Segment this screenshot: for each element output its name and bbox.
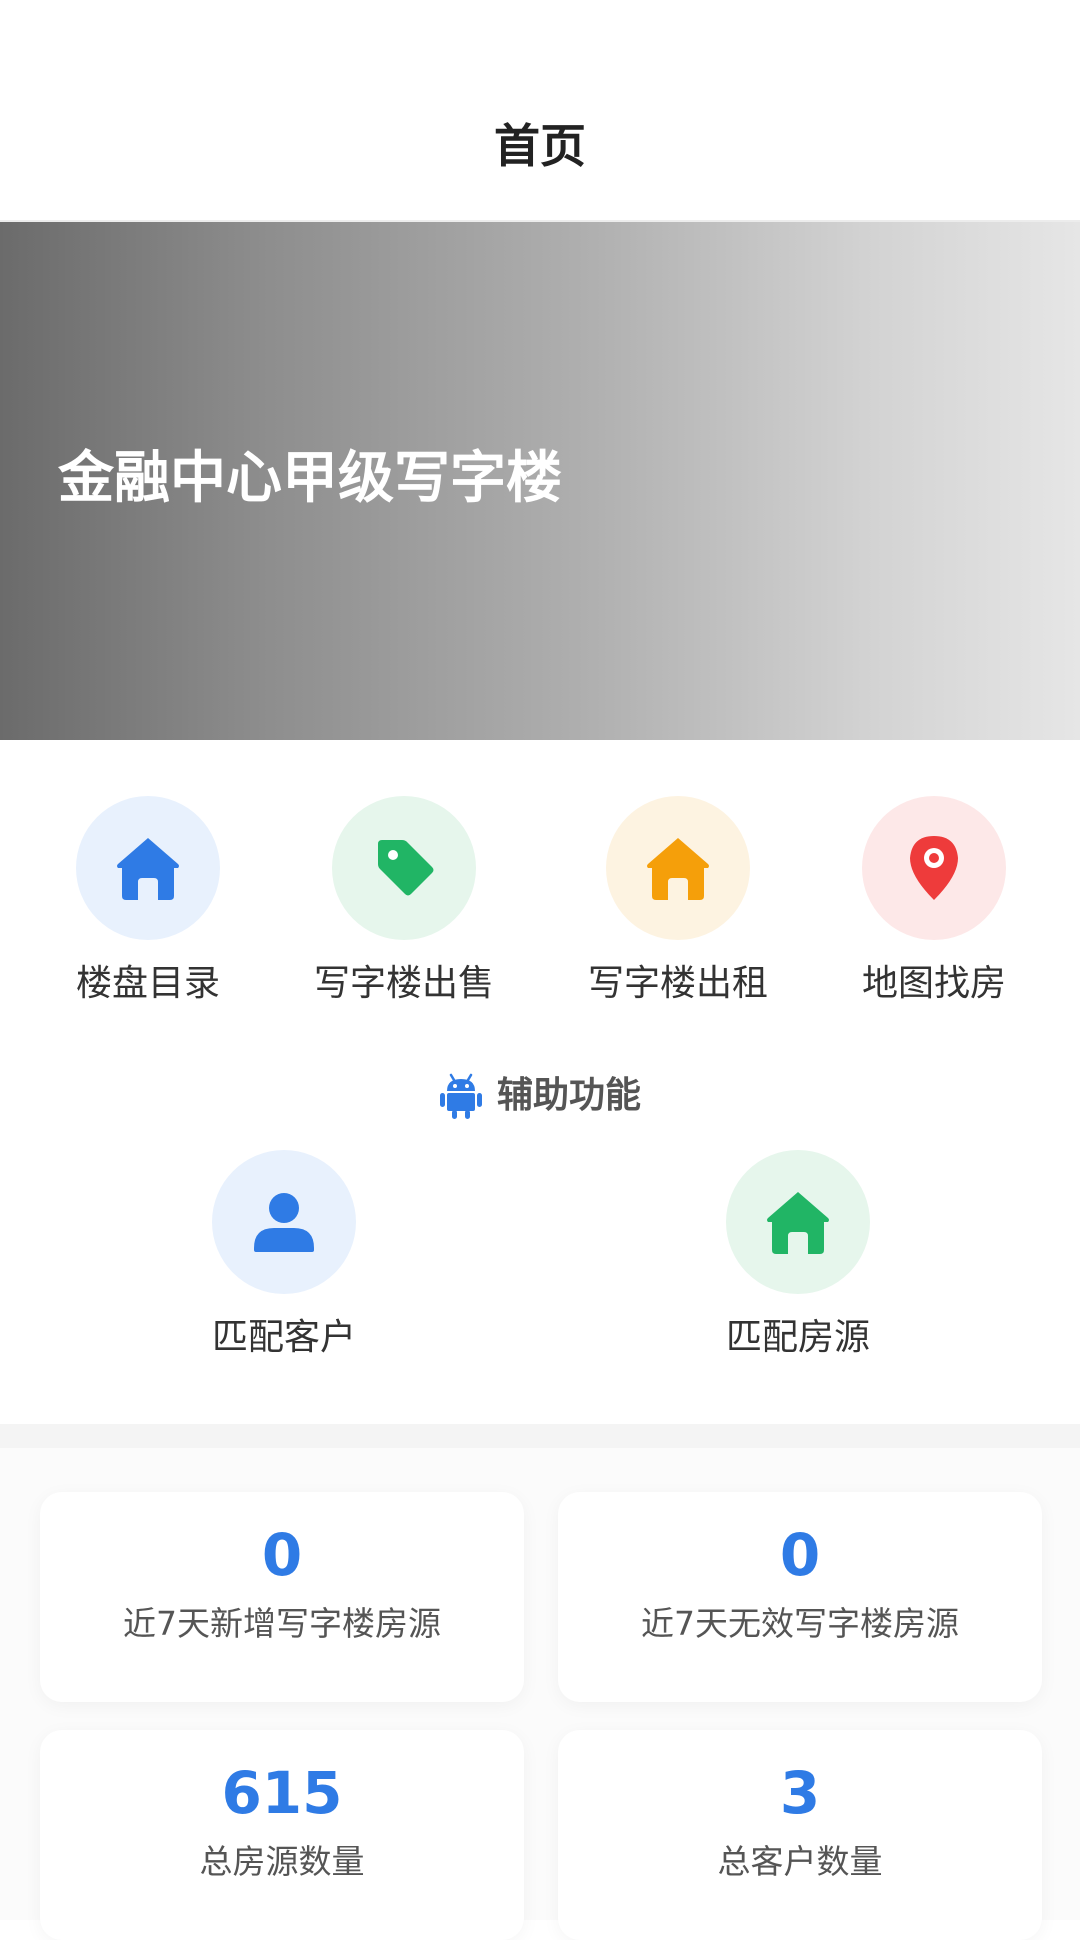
stat-card-total-listings[interactable]: 615 总房源数量 (40, 1730, 524, 1940)
quick-entry-label: 写字楼出租 (587, 963, 768, 1004)
stats-panel: 0 近7天新增写字楼房源 0 近7天无效写字楼房源 615 总房源数量 3 总客… (0, 1448, 1080, 1940)
aux-item-label: 匹配房源 (725, 1317, 870, 1358)
stat-value: 0 (779, 1521, 821, 1589)
banner-carousel[interactable]: 金融中心甲级写字楼 (0, 222, 1080, 932)
aux-icon-bg (726, 1150, 870, 1294)
aux-item-match-listing[interactable]: 匹配房源 (678, 1150, 918, 1360)
stat-value: 3 (779, 1759, 821, 1827)
aux-item-label: 匹配客户 (211, 1317, 356, 1358)
page-title: 首页 (494, 119, 586, 173)
stat-card-total-customers[interactable]: 3 总客户数量 (558, 1730, 1042, 1940)
stat-value: 615 (221, 1759, 343, 1827)
quick-entry-icon-bg (76, 796, 220, 940)
app-header: 首页 (0, 0, 1080, 222)
stat-label: 近7天无效写字楼房源 (641, 1604, 959, 1643)
quick-entry-office-rent[interactable]: 写字楼出租 (568, 796, 788, 1006)
quick-entry-icon-bg (332, 796, 476, 940)
aux-section-heading: 辅助功能 (0, 1068, 1080, 1124)
aux-icon-bg (212, 1150, 356, 1294)
stat-label: 总房源数量 (199, 1842, 365, 1881)
aux-function-grid: 匹配客户 匹配房源 (0, 1150, 1080, 1380)
quick-entry-label: 地图找房 (861, 963, 1006, 1004)
stat-value: 0 (261, 1521, 303, 1589)
stat-label: 总客户数量 (717, 1842, 883, 1881)
house-icon (767, 1192, 829, 1254)
quick-entry-label: 写字楼出售 (313, 963, 494, 1004)
aux-section-title: 辅助功能 (496, 1075, 641, 1116)
banner-title: 金融中心甲级写字楼 (58, 446, 562, 511)
stat-card-invalid-listings[interactable]: 0 近7天无效写字楼房源 (558, 1492, 1042, 1702)
house-icon (647, 838, 709, 900)
section-divider (0, 1424, 1080, 1448)
quick-entry-icon-bg (606, 796, 750, 940)
tag-icon (378, 840, 434, 896)
quick-entry-map-search[interactable]: 地图找房 (824, 796, 1044, 1006)
quick-entry-office-sale[interactable]: 写字楼出售 (294, 796, 514, 1006)
house-icon (117, 838, 179, 900)
quick-entry-icon-bg (862, 796, 1006, 940)
quick-entry-grid: 楼盘目录 写字楼出售 写字楼出租 地图找房 (0, 796, 1080, 1016)
quick-entry-building-directory[interactable]: 楼盘目录 (38, 796, 258, 1006)
user-icon (254, 1193, 314, 1252)
stat-card-new-listings[interactable]: 0 近7天新增写字楼房源 (40, 1492, 524, 1702)
quick-entry-label: 楼盘目录 (75, 963, 220, 1004)
android-icon (439, 1073, 482, 1119)
stat-label: 近7天新增写字楼房源 (123, 1604, 441, 1643)
map-pin-icon (910, 836, 958, 900)
aux-item-match-customer[interactable]: 匹配客户 (164, 1150, 404, 1360)
